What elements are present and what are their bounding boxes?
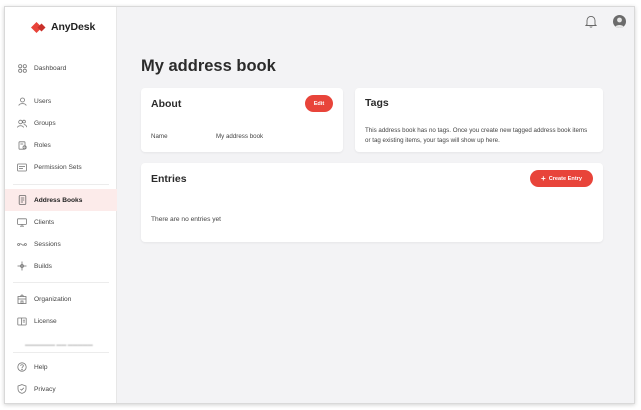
monitor-icon xyxy=(17,217,27,227)
brand-logo[interactable]: AnyDesk xyxy=(31,21,95,33)
entries-card: Entries + Create Entry There are no entr… xyxy=(141,163,603,242)
brand-name: AnyDesk xyxy=(51,21,96,33)
license-icon xyxy=(17,316,27,326)
app-window: AnyDesk Dashboard Users Groups Roles Per… xyxy=(4,6,635,404)
organization-icon xyxy=(17,294,27,304)
sidebar-item-builds[interactable]: Builds xyxy=(5,255,117,277)
sidebar-item-organization[interactable]: Organization xyxy=(5,288,117,310)
blurred-version-text: ▬▬▬▬▬▬ ▬▬ ▬▬▬▬▬ xyxy=(25,342,93,348)
sidebar-item-label: License xyxy=(34,317,57,325)
sidebar: AnyDesk Dashboard Users Groups Roles Per… xyxy=(5,7,117,403)
name-value: My address book xyxy=(216,133,264,140)
tags-card: Tags This address book has no tags. Once… xyxy=(355,88,603,152)
sidebar-divider xyxy=(13,184,109,185)
sidebar-item-users[interactable]: Users xyxy=(5,90,117,112)
help-icon xyxy=(17,362,27,372)
entries-empty-text: There are no entries yet xyxy=(151,216,222,223)
address-book-icon xyxy=(17,195,27,205)
bell-icon[interactable] xyxy=(584,15,598,33)
groups-icon xyxy=(17,118,27,128)
page-title: My address book xyxy=(141,57,276,75)
sidebar-item-dashboard[interactable]: Dashboard xyxy=(5,57,117,79)
user-icon xyxy=(17,96,27,106)
sidebar-item-permission-sets[interactable]: Permission Sets xyxy=(5,156,117,178)
sidebar-item-address-books[interactable]: Address Books xyxy=(5,189,117,211)
plus-icon: + xyxy=(541,173,546,183)
sidebar-item-label: Dashboard xyxy=(34,64,67,72)
anydesk-logo-icon xyxy=(31,21,46,33)
sidebar-item-label: Users xyxy=(34,97,52,105)
sidebar-item-clients[interactable]: Clients xyxy=(5,211,117,233)
create-entry-label: Create Entry xyxy=(548,175,582,182)
avatar-icon[interactable] xyxy=(613,15,626,28)
sidebar-item-sessions[interactable]: Sessions xyxy=(5,233,117,255)
sidebar-divider xyxy=(13,352,109,353)
tags-title: Tags xyxy=(365,97,389,109)
sidebar-item-label: Roles xyxy=(34,141,51,149)
sidebar-item-label: Help xyxy=(34,363,48,371)
sidebar-item-help[interactable]: Help xyxy=(5,356,117,378)
roles-icon xyxy=(17,140,27,150)
sidebar-item-label: Builds xyxy=(34,262,52,270)
edit-button[interactable]: Edit xyxy=(305,95,333,112)
sidebar-item-label: Address Books xyxy=(34,196,83,204)
sidebar-item-groups[interactable]: Groups xyxy=(5,112,117,134)
builds-icon xyxy=(17,261,27,271)
sidebar-item-label: Permission Sets xyxy=(34,163,82,171)
dashboard-icon xyxy=(17,63,27,73)
tags-empty-text: This address book has no tags. Once you … xyxy=(365,127,588,144)
sidebar-item-label: Clients xyxy=(34,218,55,226)
create-entry-button[interactable]: + Create Entry xyxy=(530,170,593,187)
sidebar-item-label: Groups xyxy=(34,119,56,127)
about-card: About Edit Name My address book xyxy=(141,88,343,152)
sidebar-item-roles[interactable]: Roles xyxy=(5,134,117,156)
permission-sets-icon xyxy=(17,162,27,172)
about-title: About xyxy=(151,98,182,110)
entries-title: Entries xyxy=(151,173,187,185)
name-label: Name xyxy=(151,133,168,140)
privacy-icon xyxy=(17,384,27,394)
sessions-icon xyxy=(17,239,27,249)
sidebar-item-label: Privacy xyxy=(34,385,56,393)
sidebar-item-license[interactable]: License xyxy=(5,310,117,332)
sidebar-divider xyxy=(13,282,109,283)
sidebar-item-label: Organization xyxy=(34,295,72,303)
sidebar-item-privacy[interactable]: Privacy xyxy=(5,378,117,400)
sidebar-item-label: Sessions xyxy=(34,240,61,248)
